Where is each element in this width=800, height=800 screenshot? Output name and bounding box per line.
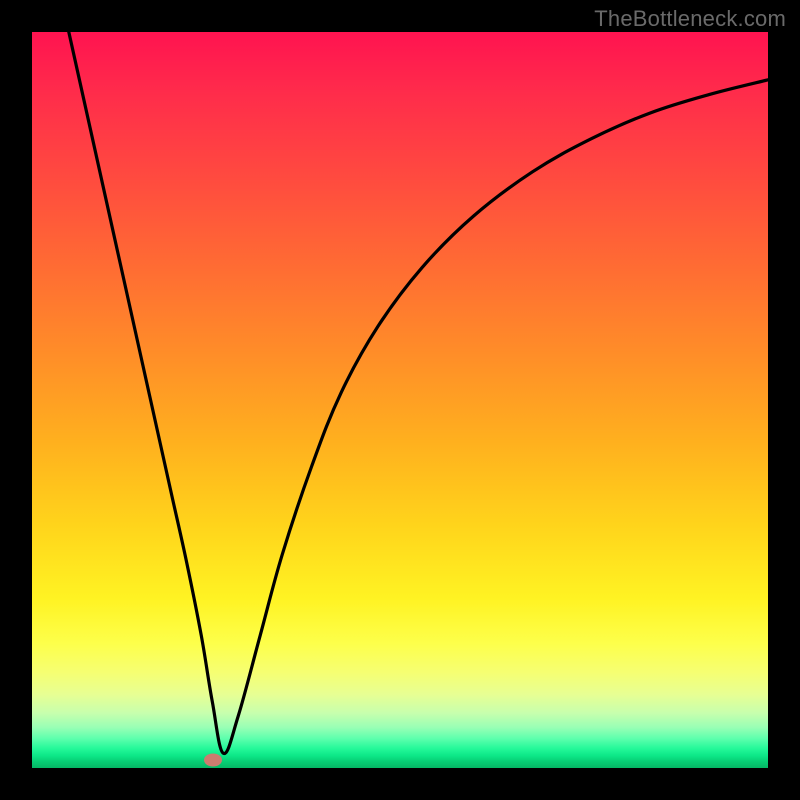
bottleneck-curve xyxy=(69,32,768,754)
curve-layer xyxy=(32,32,768,768)
plot-area xyxy=(32,32,768,768)
optimal-point-marker xyxy=(204,753,222,766)
chart-container: TheBottleneck.com xyxy=(0,0,800,800)
watermark-text: TheBottleneck.com xyxy=(594,6,786,32)
